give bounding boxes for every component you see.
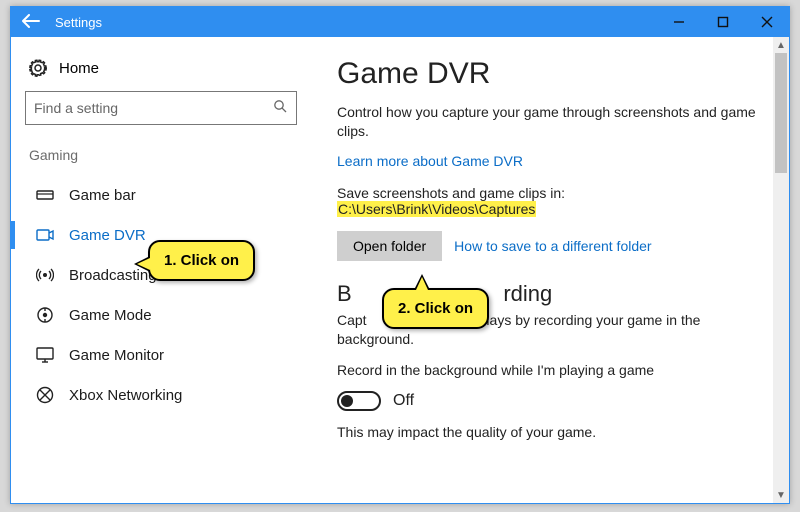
learn-more-link[interactable]: Learn more about Game DVR [337,153,523,169]
record-toggle-label: Record in the background while I'm playi… [337,361,763,380]
scroll-up-icon[interactable]: ▲ [773,37,789,53]
open-folder-row: Open folder How to save to a different f… [337,231,763,261]
search-icon [273,99,288,118]
toggle-state: Off [393,392,414,410]
search-placeholder: Find a setting [34,100,118,116]
main-panel: Game DVR Control how you capture your ga… [311,37,789,503]
scroll-thumb[interactable] [775,53,787,173]
back-button[interactable] [11,12,51,33]
toggle-knob-icon [341,395,353,407]
game-monitor-icon [35,347,55,363]
close-button[interactable] [745,7,789,37]
sidebar-item-label: Xbox Networking [69,387,182,404]
annotation-text: 2. Click on [398,300,473,317]
broadcasting-icon [35,266,55,284]
record-toggle-row: Off [337,391,763,411]
quality-note: This may impact the quality of your game… [337,423,763,442]
minimize-button[interactable] [657,7,701,37]
close-icon [761,16,773,28]
vertical-scrollbar[interactable]: ▲ ▼ [773,37,789,503]
page-description: Control how you capture your game throug… [337,103,763,141]
window-title: Settings [51,15,102,30]
arrow-left-icon [22,14,40,28]
settings-window: Settings Home Find a setting [10,6,790,504]
annotation-text: 1. Click on [164,252,239,269]
annotation-callout-1: 1. Click on [148,240,255,281]
sidebar-item-game-mode[interactable]: Game Mode [25,295,297,335]
save-path: C:\Users\Brink\Videos\Captures [337,201,536,217]
search-input[interactable]: Find a setting [25,91,297,125]
sidebar-home[interactable]: Home [25,55,297,91]
annotation-callout-2: 2. Click on [382,288,489,329]
xbox-icon [35,386,55,404]
minimize-icon [673,16,685,28]
maximize-icon [717,16,729,28]
sidebar-item-game-monitor[interactable]: Game Monitor [25,335,297,375]
save-location-line: Save screenshots and game clips in: C:\U… [337,185,763,217]
game-mode-icon [35,306,55,324]
titlebar: Settings [11,7,789,37]
open-folder-button[interactable]: Open folder [337,231,442,261]
sidebar-item-label: Game bar [69,187,136,204]
sidebar-item-label: Game Mode [69,307,152,324]
sidebar-item-xbox-networking[interactable]: Xbox Networking [25,375,297,415]
game-dvr-icon [35,228,55,242]
scroll-down-icon[interactable]: ▼ [773,487,789,503]
sidebar-category: Gaming [29,147,297,163]
save-prefix: Save screenshots and game clips in: [337,185,565,201]
record-toggle[interactable] [337,391,381,411]
game-bar-icon [35,188,55,202]
sidebar-item-label: Game DVR [69,227,146,244]
sidebar-item-game-bar[interactable]: Game bar [25,175,297,215]
content-area: Home Find a setting Gaming Game bar G [11,37,789,503]
sidebar-item-label: Game Monitor [69,347,164,364]
gear-icon [29,59,47,77]
maximize-button[interactable] [701,7,745,37]
page-title: Game DVR [337,57,763,91]
sidebar-home-label: Home [59,60,99,77]
how-to-save-link[interactable]: How to save to a different folder [454,238,651,254]
